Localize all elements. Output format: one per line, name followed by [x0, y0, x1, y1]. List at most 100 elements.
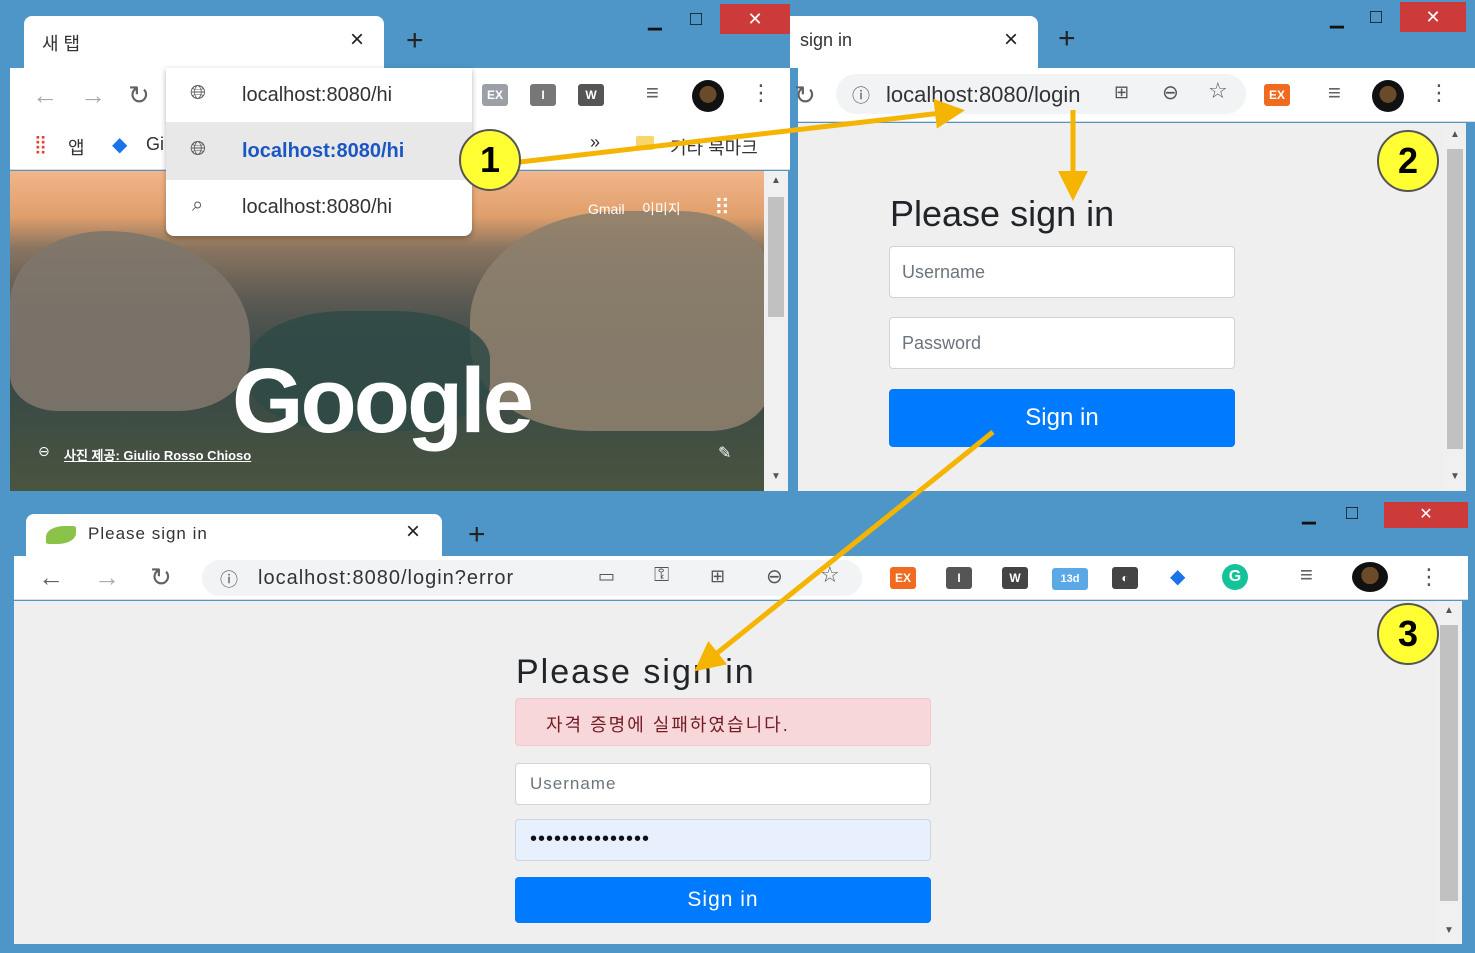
reload-icon[interactable]: ↻: [128, 82, 150, 108]
menu-icon[interactable]: ⋮: [1428, 82, 1450, 104]
window-close-button[interactable]: ✕: [1384, 502, 1468, 528]
scroll-up-icon[interactable]: ▲: [771, 175, 781, 186]
menu-icon[interactable]: ⋮: [750, 82, 772, 104]
dropdown-item[interactable]: 🌐︎ localhost:8080/hi: [166, 68, 472, 122]
apps-launcher-icon[interactable]: ⠿: [714, 195, 730, 221]
minimize-icon[interactable]: ▁: [1330, 8, 1344, 29]
media-control-icon[interactable]: ≡: [646, 82, 659, 104]
scroll-down-icon[interactable]: ▼: [1450, 471, 1460, 482]
photo-credit[interactable]: 사진 제공: Giulio Rosso Chioso: [64, 445, 251, 464]
page-title: Please sign in: [890, 193, 1115, 234]
maximize-icon[interactable]: □: [1370, 6, 1382, 29]
key-icon[interactable]: ⚿: [654, 564, 669, 587]
gmail-link[interactable]: Gmail: [588, 201, 625, 217]
url-text[interactable]: localhost:8080/login: [886, 82, 1080, 108]
minimize-icon[interactable]: ▁: [1302, 504, 1316, 525]
other-bookmarks[interactable]: 기타 북마크: [670, 134, 758, 160]
window-close-button[interactable]: ✕: [720, 4, 790, 34]
cast-icon[interactable]: ▭: [598, 566, 615, 587]
dropdown-item-selected[interactable]: 🌐︎ localhost:8080/hi: [166, 122, 472, 180]
address-bar[interactable]: ⓘ localhost:8080/login ⊞ ⊖ ☆: [836, 74, 1246, 114]
ex-extension-icon[interactable]: EX: [482, 84, 508, 106]
bookmark-apps[interactable]: 앱: [68, 134, 85, 160]
w-extension-icon[interactable]: W: [578, 84, 604, 106]
address-bar[interactable]: ⓘ localhost:8080/login?error ▭ ⚿ ⊞ ⊖ ☆: [202, 560, 862, 596]
username-field[interactable]: Username: [889, 246, 1235, 298]
scroll-thumb[interactable]: [1440, 625, 1458, 901]
url-text[interactable]: localhost:8080/login?error: [258, 567, 514, 590]
back-icon[interactable]: ←: [32, 82, 58, 108]
scroll-down-icon[interactable]: ▼: [771, 471, 781, 482]
close-tab-icon[interactable]: ×: [1004, 26, 1018, 54]
apps-grid-icon[interactable]: ⣿: [34, 134, 47, 155]
password-field[interactable]: Password: [889, 317, 1235, 369]
minimize-icon[interactable]: ▁: [648, 10, 662, 31]
globe-icon: 🌐︎: [190, 138, 206, 160]
username-field[interactable]: Username: [515, 763, 931, 805]
scrollbar[interactable]: ▲ ▼: [1436, 601, 1462, 944]
tab-please-sign-in[interactable]: Please sign in ×: [26, 514, 442, 556]
profile-avatar[interactable]: [1352, 562, 1388, 592]
zoom-icon[interactable]: ⊖: [1162, 80, 1179, 105]
rock-left: [10, 231, 250, 411]
close-tab-icon[interactable]: ×: [350, 26, 364, 54]
maximize-icon[interactable]: □: [1346, 502, 1358, 525]
ex-extension-icon[interactable]: EX: [1264, 84, 1290, 106]
scroll-thumb[interactable]: [1447, 149, 1463, 449]
edit-icon[interactable]: ✎: [718, 443, 731, 463]
forward-icon[interactable]: →: [94, 564, 120, 590]
new-tab-button[interactable]: +: [406, 26, 424, 56]
scroll-thumb[interactable]: [768, 197, 784, 317]
profile-avatar[interactable]: [692, 80, 724, 112]
images-link[interactable]: 이미지: [642, 199, 681, 219]
star-icon[interactable]: ☆: [1208, 78, 1228, 104]
i-extension-icon[interactable]: I: [946, 567, 972, 589]
maximize-icon[interactable]: □: [690, 8, 702, 31]
spring-leaf-icon: [46, 526, 76, 544]
star-icon[interactable]: ☆: [820, 562, 840, 588]
forward-icon[interactable]: →: [80, 82, 106, 108]
scroll-down-icon[interactable]: ▼: [1444, 925, 1454, 936]
sign-in-button[interactable]: Sign in: [515, 877, 931, 923]
password-field[interactable]: •••••••••••••••: [515, 819, 931, 861]
scroll-up-icon[interactable]: ▲: [1444, 605, 1454, 616]
tab-login[interactable]: sign in ×: [790, 16, 1038, 68]
dropdown-item[interactable]: ⌕ localhost:8080/hi: [166, 180, 472, 236]
translate-icon[interactable]: ⊞: [1114, 82, 1129, 103]
scroll-up-icon[interactable]: ▲: [1450, 129, 1460, 140]
grammarly-icon[interactable]: G: [1222, 564, 1248, 590]
bookmark-item[interactable]: Gi: [146, 134, 164, 155]
media-control-icon[interactable]: ≡: [1300, 564, 1313, 586]
shield-extension-icon[interactable]: ◐: [1112, 567, 1138, 589]
browser-window-new-tab: 새 탭 × + ▁ □ ✕ ← → ↻ EX I W ≡ ⋮ ⣿ 앱 ◆ Gi …: [0, 0, 798, 500]
reload-icon[interactable]: ↻: [150, 564, 172, 590]
window-close-button[interactable]: ✕: [1400, 2, 1466, 32]
new-tab-button[interactable]: +: [1058, 24, 1076, 54]
translate-icon[interactable]: ⊞: [710, 566, 725, 587]
back-icon[interactable]: ←: [38, 564, 64, 590]
ex-extension-icon[interactable]: EX: [890, 567, 916, 589]
calendar-extension-icon[interactable]: 13d: [1052, 568, 1088, 590]
dropdown-item-text: localhost:8080/hi: [242, 196, 393, 218]
globe-icon: 🌐︎: [190, 82, 206, 104]
tab-title: Please sign in: [88, 524, 208, 543]
cap-extension-icon[interactable]: ◆: [1170, 564, 1185, 589]
toolbar: ← → ↻ ⓘ localhost:8080/login?error ▭ ⚿ ⊞…: [14, 556, 1468, 600]
scrollbar[interactable]: ▲ ▼: [1444, 123, 1466, 491]
media-control-icon[interactable]: ≡: [1328, 82, 1341, 104]
close-tab-icon[interactable]: ×: [406, 518, 420, 546]
bookmark-cap-icon[interactable]: ◆: [112, 132, 127, 157]
zoom-icon[interactable]: ⊖: [766, 564, 783, 589]
sign-in-button[interactable]: Sign in: [889, 389, 1235, 447]
reload-icon[interactable]: ↻: [794, 82, 816, 108]
browser-window-login: sign in × + ▁ □ ✕ ↻ ⓘ localhost:8080/log…: [790, 0, 1475, 500]
new-tab-button[interactable]: +: [468, 520, 486, 550]
bookmarks-more[interactable]: »: [590, 132, 600, 153]
scrollbar[interactable]: ▲ ▼: [764, 171, 788, 491]
callout-3: 3: [1377, 603, 1439, 665]
menu-icon[interactable]: ⋮: [1418, 566, 1440, 588]
i-extension-icon[interactable]: I: [530, 84, 556, 106]
tab-new-tab[interactable]: 새 탭 ×: [24, 16, 384, 68]
w-extension-icon[interactable]: W: [1002, 567, 1028, 589]
profile-avatar[interactable]: [1372, 80, 1404, 112]
